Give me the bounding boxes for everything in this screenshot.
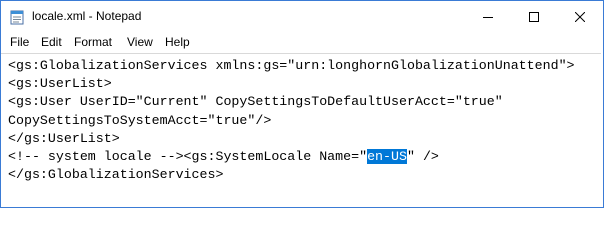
editor-line: <gs:User UserID="Current" CopySettingsTo… — [8, 94, 503, 110]
menu-edit[interactable]: Edit — [41, 35, 62, 49]
close-button[interactable] — [557, 1, 603, 32]
notepad-window: locale.xml - Notepad File Edit Format Vi… — [0, 0, 604, 208]
editor-content[interactable]: <gs:GlobalizationServices xmlns:gs="urn:… — [8, 57, 575, 184]
text-selection: en-US — [367, 149, 407, 165]
minimize-button[interactable] — [465, 1, 511, 32]
title-bar[interactable]: locale.xml - Notepad — [1, 1, 603, 32]
editor-line: <gs:UserList> — [8, 76, 112, 92]
menu-help[interactable]: Help — [165, 35, 190, 49]
close-icon — [575, 11, 585, 22]
menu-view[interactable]: View — [127, 35, 153, 49]
editor-line: <gs:GlobalizationServices xmlns:gs="urn:… — [8, 58, 575, 73]
text-editor[interactable]: <gs:GlobalizationServices xmlns:gs="urn:… — [1, 53, 601, 207]
window-title: locale.xml - Notepad — [32, 9, 142, 23]
maximize-button[interactable] — [511, 1, 557, 32]
editor-line: </gs:GlobalizationServices> — [8, 167, 224, 183]
maximize-icon — [529, 11, 539, 22]
editor-line: </gs:UserList> — [8, 130, 120, 146]
notepad-icon — [10, 10, 24, 25]
editor-line: CopySettingsToSystemAcct="true"/> — [8, 112, 272, 128]
editor-line: <!-- system locale --><gs:SystemLocale N… — [8, 149, 368, 165]
menu-bar: File Edit Format View Help — [1, 32, 603, 52]
menu-file[interactable]: File — [10, 35, 29, 49]
minimize-icon — [483, 16, 493, 18]
menu-format[interactable]: Format — [74, 35, 112, 49]
editor-line-tail: " /> — [406, 149, 439, 165]
